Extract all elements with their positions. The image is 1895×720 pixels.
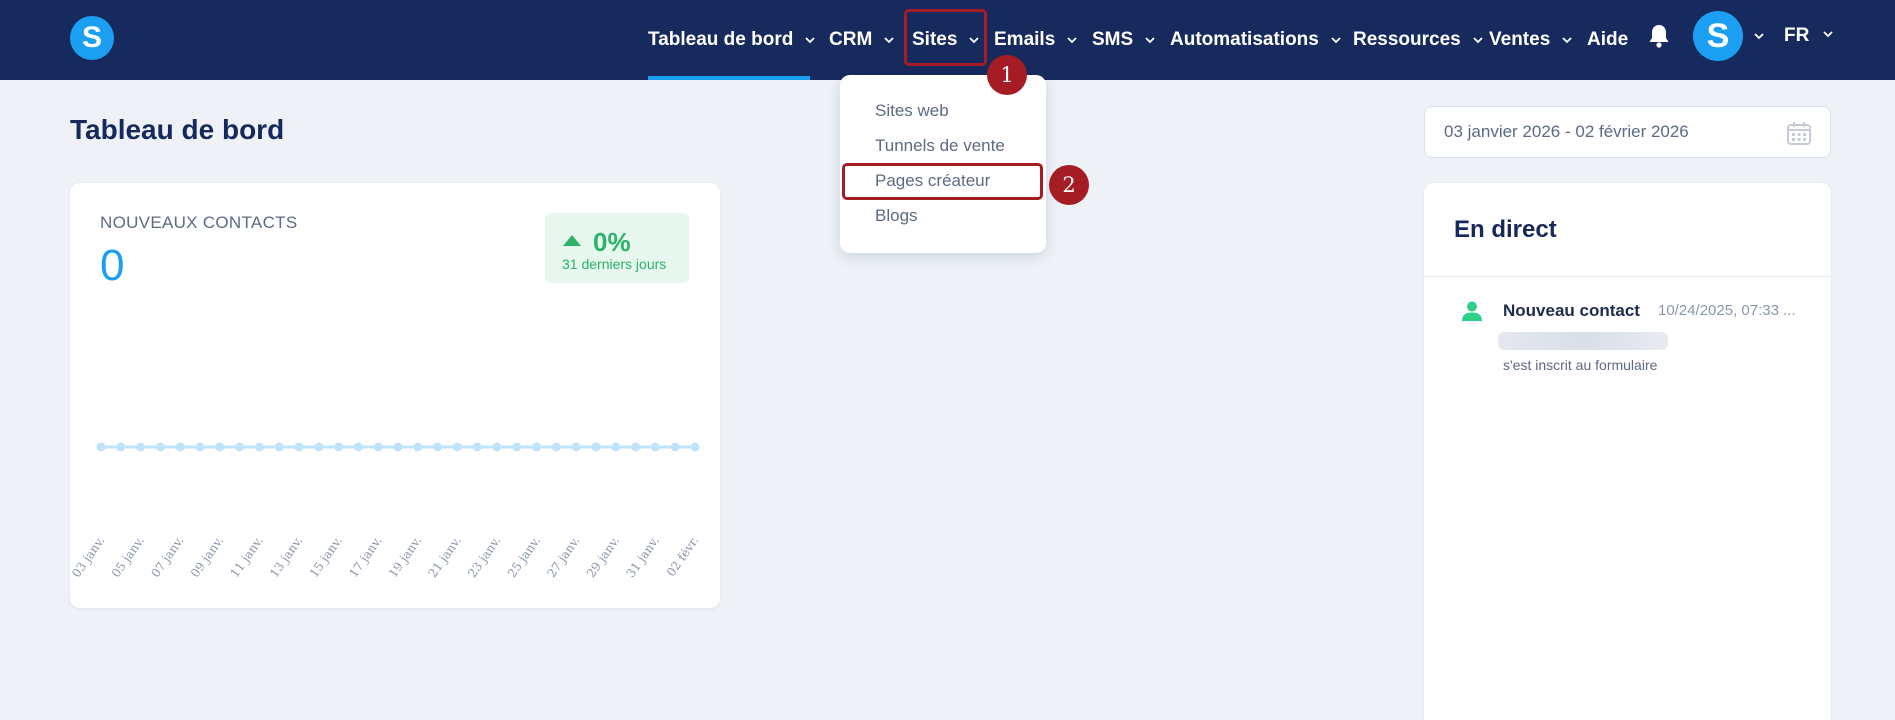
data-point[interactable] [571,442,581,452]
data-point[interactable] [215,442,225,452]
nav-item-label: Automatisations [1170,29,1319,50]
date-range-picker[interactable]: 03 janvier 2026 - 02 février 2026 [1424,106,1831,158]
nav-item-tableau-de-bord[interactable]: Tableau de bord [648,0,817,80]
chevron-down-icon [1065,33,1079,47]
live-event-message: s'est inscrit au formulaire [1503,357,1658,373]
menu-item-blogs[interactable]: Blogs [875,206,918,226]
nav-item-label: Tableau de bord [648,29,794,50]
data-point[interactable] [690,442,700,452]
data-point[interactable] [235,442,245,452]
x-tick-label: 13 janv. [267,534,305,580]
live-feed-card: En direct Nouveau contact 10/24/2025, 07… [1424,183,1831,720]
live-event-time: 10/24/2025, 07:33 ... [1658,302,1796,319]
nav-item-label: SMS [1092,29,1134,50]
x-tick-label: 29 janv. [584,534,622,580]
language-label: FR [1784,25,1810,46]
chevron-down-icon [1143,33,1157,47]
chevron-down-icon [1471,33,1485,47]
annotation-badge-1: 1 [987,55,1027,95]
active-tab-indicator [648,76,810,80]
bell-icon[interactable] [1647,23,1671,49]
language-selector[interactable]: FR [1784,0,1835,72]
nav-item-crm[interactable]: CRM [829,0,896,80]
data-point[interactable] [551,442,561,452]
nav-item-label: CRM [829,29,873,50]
data-point[interactable] [591,442,601,452]
menu-item-sites-web[interactable]: Sites web [875,101,949,121]
user-icon [1461,300,1483,327]
x-tick-label: 15 janv. [307,534,345,580]
nav-item-automatisations[interactable]: Automatisations [1170,0,1343,80]
data-point[interactable] [294,442,304,452]
data-point[interactable] [452,442,462,452]
nav-item-label: Ventes [1489,29,1551,50]
x-tick-label: 11 janv. [228,534,266,580]
annotation-highlight-pages-createur [842,163,1043,200]
live-feed-title: En direct [1454,216,1557,243]
data-point[interactable] [353,442,363,452]
live-event-title[interactable]: Nouveau contact [1503,301,1640,321]
data-point[interactable] [96,442,106,452]
x-tick-label: 02 févr. [664,534,702,579]
annotation-badge-2: 2 [1049,165,1089,205]
x-tick-label: 31 janv. [624,534,662,580]
data-point[interactable] [393,442,403,452]
app-logo[interactable]: S [70,16,114,60]
data-point[interactable] [650,442,660,452]
data-point[interactable] [116,442,126,452]
data-point[interactable] [611,442,621,452]
data-point[interactable] [254,442,264,452]
avatar[interactable]: S [1693,11,1743,61]
x-tick-label: 21 janv. [426,534,464,580]
chevron-down-icon [1560,33,1574,47]
data-point[interactable] [373,442,383,452]
new-contacts-card: NOUVEAUX CONTACTS 0 0% 31 derniers jours… [70,183,720,608]
x-tick-label: 27 janv. [544,534,582,580]
menu-item-tunnels-de-vente[interactable]: Tunnels de vente [875,136,1005,156]
nav-item-aide[interactable]: Aide [1587,0,1628,80]
x-tick-label: 03 janv. [70,534,107,580]
data-point[interactable] [670,442,680,452]
calendar-icon [1786,120,1812,151]
chevron-down-icon [803,33,817,47]
nav-item-sms[interactable]: SMS [1092,0,1157,80]
data-point[interactable] [274,442,284,452]
contacts-line-chart: 03 janv. 05 janv. 07 janv. 09 janv. 11 janv.… [70,442,702,580]
data-point[interactable] [334,442,344,452]
data-point[interactable] [413,442,423,452]
x-tick-label: 25 janv. [505,534,543,580]
x-tick-label: 09 janv. [188,534,226,580]
x-tick-label: 07 janv. [148,534,186,580]
x-tick-label: 19 janv. [386,534,424,580]
x-tick-label: 05 janv. [109,534,147,580]
annotation-highlight-sites [904,9,987,66]
data-point[interactable] [512,442,522,452]
chevron-down-icon [1821,25,1835,47]
data-point[interactable] [175,442,185,452]
date-range-value: 03 janvier 2026 - 02 février 2026 [1444,122,1689,141]
x-tick-label: 17 janv. [346,534,384,580]
chevron-down-icon[interactable] [1752,29,1766,48]
data-point[interactable] [492,442,502,452]
page-title: Tableau de bord [70,114,285,145]
data-point[interactable] [155,442,165,452]
chevron-down-icon [1329,33,1343,47]
nav-item-label: Ressources [1353,29,1461,50]
divider [1424,276,1831,277]
data-point[interactable] [433,442,443,452]
nav-item-label: Aide [1587,29,1629,50]
redacted-contact [1498,332,1668,350]
nav-item-ventes[interactable]: Ventes [1489,0,1574,80]
x-tick-label: 23 janv. [465,534,503,580]
data-point[interactable] [136,442,146,452]
data-point[interactable] [314,442,324,452]
data-point[interactable] [631,442,641,452]
chevron-down-icon [882,33,896,47]
nav-item-label: Emails [994,29,1056,50]
nav-item-ressources[interactable]: Ressources [1353,0,1485,80]
data-point[interactable] [195,442,205,452]
data-point[interactable] [532,442,542,452]
data-point[interactable] [472,442,482,452]
